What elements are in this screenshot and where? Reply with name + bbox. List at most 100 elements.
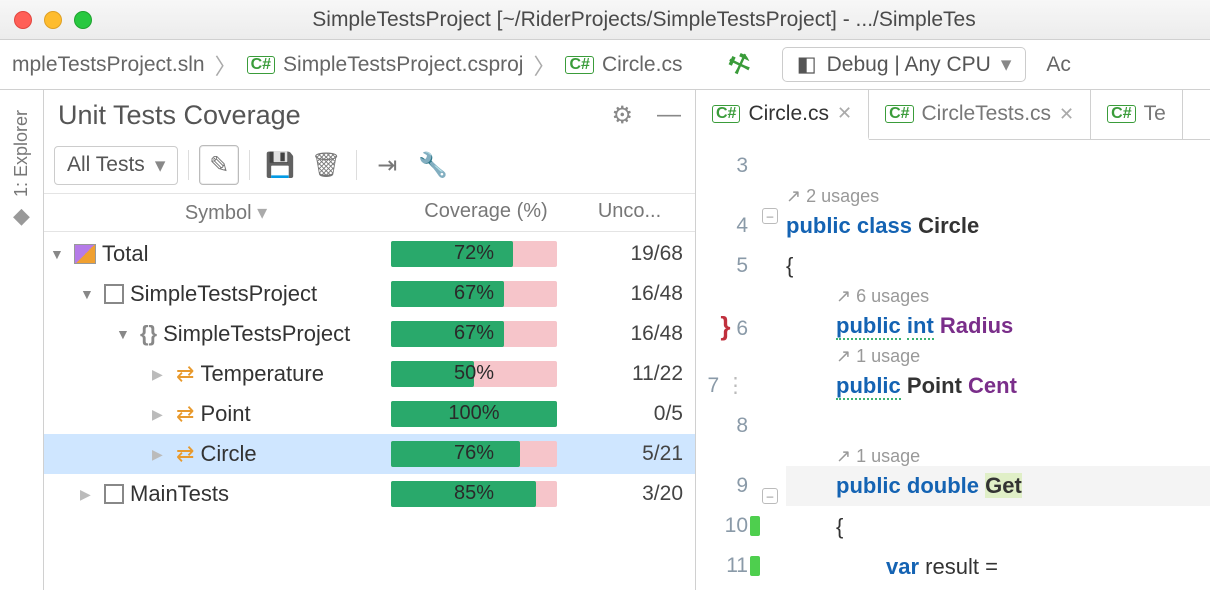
breadcrumb-row: mpleTestsProject.sln 〉 C# SimpleTestsPro…	[0, 40, 1210, 90]
config-label: Debug | Any CPU	[827, 53, 991, 77]
chevron-right-icon[interactable]: ▶	[80, 486, 98, 503]
row-label: Total	[102, 241, 148, 267]
main-area: 1: Explorer ◆ Unit Tests Coverage ⚙ — Al…	[0, 90, 1210, 590]
close-icon[interactable]	[14, 11, 32, 29]
class-icon: ⇄	[176, 361, 194, 387]
usages-hint[interactable]: 6 usages	[786, 286, 1210, 306]
left-rail: 1: Explorer ◆	[0, 90, 44, 590]
save-icon[interactable]: 💾	[260, 145, 300, 185]
table-row[interactable]: ▼Total 72% 19/68	[44, 234, 695, 274]
col-symbol[interactable]: Symbol ▾	[56, 200, 396, 225]
crumb-csproj[interactable]: SimpleTestsProject.csproj	[283, 53, 523, 77]
chevron-down-icon: ▾	[155, 153, 166, 178]
csharp-file-icon: C#	[712, 105, 740, 123]
row-label: Circle	[200, 441, 256, 467]
usages-hint[interactable]: 1 usage	[786, 346, 1210, 366]
row-uncovered: 19/68	[564, 242, 683, 266]
row-label: SimpleTestsProject	[130, 281, 317, 307]
separator	[188, 150, 189, 180]
coverage-tree: ▼Total 72% 19/68 ▼SimpleTestsProject 67%…	[44, 232, 695, 514]
minimize-icon[interactable]	[44, 11, 62, 29]
tab-truncated[interactable]: C#Te	[1091, 90, 1183, 139]
collapse-icon[interactable]: ⇥	[367, 145, 407, 185]
gear-icon[interactable]: ⚙	[611, 101, 633, 130]
build-hammer-icon[interactable]: ⚒	[724, 46, 757, 83]
tab-circle[interactable]: C#Circle.cs✕	[696, 90, 869, 140]
filter-label: All Tests	[67, 153, 145, 177]
delete-icon[interactable]: 🗑	[306, 145, 346, 185]
truncated-button[interactable]: Ac	[1046, 53, 1071, 77]
close-icon[interactable]: ✕	[1059, 104, 1074, 125]
usages-hint[interactable]: 1 usage	[786, 446, 1210, 466]
chevron-right-icon: 〉	[215, 49, 237, 81]
explorer-tool-button[interactable]: 1: Explorer	[11, 110, 32, 197]
coverage-panel: Unit Tests Coverage ⚙ — All Tests ▾ ✎ 💾 …	[44, 90, 696, 590]
panel-title: Unit Tests Coverage	[58, 100, 301, 131]
wrench-icon[interactable]: 🔧	[413, 145, 453, 185]
table-row[interactable]: ▼SimpleTestsProject 67% 16/48	[44, 274, 695, 314]
code-editor[interactable]: 3 4 5 } 6 7 ⋮ 8 9 10 11 12 13 – – –	[696, 140, 1210, 590]
panel-header: Unit Tests Coverage ⚙ —	[44, 90, 695, 139]
row-label: Point	[200, 401, 250, 427]
table-row[interactable]: ▼{}SimpleTestsProject 67% 16/48	[44, 314, 695, 354]
close-icon[interactable]: ✕	[837, 103, 852, 124]
highlight-icon[interactable]: ✎	[199, 145, 239, 185]
coverage-filter-select[interactable]: All Tests ▾	[54, 146, 178, 185]
gutter: 3 4 5 } 6 7 ⋮ 8 9 10 11 12 13	[696, 140, 756, 590]
window-title: SimpleTestsProject [~/RiderProjects/Simp…	[92, 8, 1196, 32]
csharp-file-icon: C#	[885, 105, 913, 123]
maximize-icon[interactable]	[74, 11, 92, 29]
minimize-panel-icon[interactable]: —	[657, 101, 681, 130]
table-row[interactable]: ▶⇄Circle 76% 5/21	[44, 434, 695, 474]
tab-circletests[interactable]: C#CircleTests.cs✕	[869, 90, 1091, 139]
row-uncovered: 16/48	[564, 282, 683, 306]
chevron-down-icon: ▾	[1001, 52, 1012, 77]
run-config-select[interactable]: ◧ Debug | Any CPU ▾	[782, 47, 1027, 82]
row-uncovered: 5/21	[564, 442, 683, 466]
table-row[interactable]: ▶⇄Point 100% 0/5	[44, 394, 695, 434]
row-uncovered: 16/48	[564, 322, 683, 346]
breadcrumb[interactable]: mpleTestsProject.sln 〉 C# SimpleTestsPro…	[6, 49, 688, 81]
class-icon: ⇄	[176, 441, 194, 467]
row-uncovered: 0/5	[564, 402, 683, 426]
row-uncovered: 11/22	[564, 362, 683, 386]
fold-toggle-icon[interactable]: –	[762, 488, 778, 504]
csharp-file-icon: C#	[565, 56, 593, 74]
fold-toggle-icon[interactable]: –	[762, 208, 778, 224]
chevron-right-icon[interactable]: ▶	[152, 446, 170, 463]
separator	[356, 150, 357, 180]
window-controls	[14, 11, 92, 29]
fold-dots-icon: ⋮	[725, 374, 748, 397]
brace-icon: }	[720, 311, 730, 341]
module-icon	[104, 484, 124, 504]
row-label: MainTests	[130, 481, 229, 507]
usages-hint[interactable]: 2 usages	[786, 186, 1210, 206]
source-code[interactable]: 2 usages public class Circle { 6 usages …	[786, 140, 1210, 590]
chevron-right-icon[interactable]: ▶	[152, 366, 170, 383]
chevron-right-icon: 〉	[533, 49, 555, 81]
module-icon	[104, 284, 124, 304]
table-row[interactable]: ▶MainTests 85% 3/20	[44, 474, 695, 514]
config-icon: ◧	[797, 52, 817, 77]
table-row[interactable]: ▶⇄Temperature 50% 11/22	[44, 354, 695, 394]
crumb-file[interactable]: Circle.cs	[602, 53, 683, 77]
col-uncovered[interactable]: Unco...	[576, 200, 683, 225]
chevron-down-icon[interactable]: ▼	[116, 326, 134, 342]
total-icon	[74, 244, 96, 264]
col-coverage[interactable]: Coverage (%)	[396, 200, 576, 225]
separator	[249, 150, 250, 180]
column-headers: Symbol ▾ Coverage (%) Unco...	[44, 193, 695, 232]
chevron-down-icon[interactable]: ▼	[50, 246, 68, 262]
chevron-right-icon[interactable]: ▶	[152, 406, 170, 423]
current-line: public double Get	[786, 466, 1210, 506]
chevron-down-icon[interactable]: ▼	[80, 286, 98, 302]
row-label: Temperature	[200, 361, 324, 387]
namespace-icon: {}	[140, 321, 157, 347]
crumb-sln[interactable]: mpleTestsProject.sln	[12, 53, 205, 77]
panel-toolbar: All Tests ▾ ✎ 💾 🗑 ⇥ 🔧	[44, 139, 695, 193]
csproj-icon: C#	[247, 56, 275, 74]
structure-icon[interactable]: ◆	[13, 203, 30, 229]
editor-tabs: C#Circle.cs✕ C#CircleTests.cs✕ C#Te	[696, 90, 1210, 140]
row-label: SimpleTestsProject	[163, 321, 350, 347]
row-uncovered: 3/20	[564, 482, 683, 506]
